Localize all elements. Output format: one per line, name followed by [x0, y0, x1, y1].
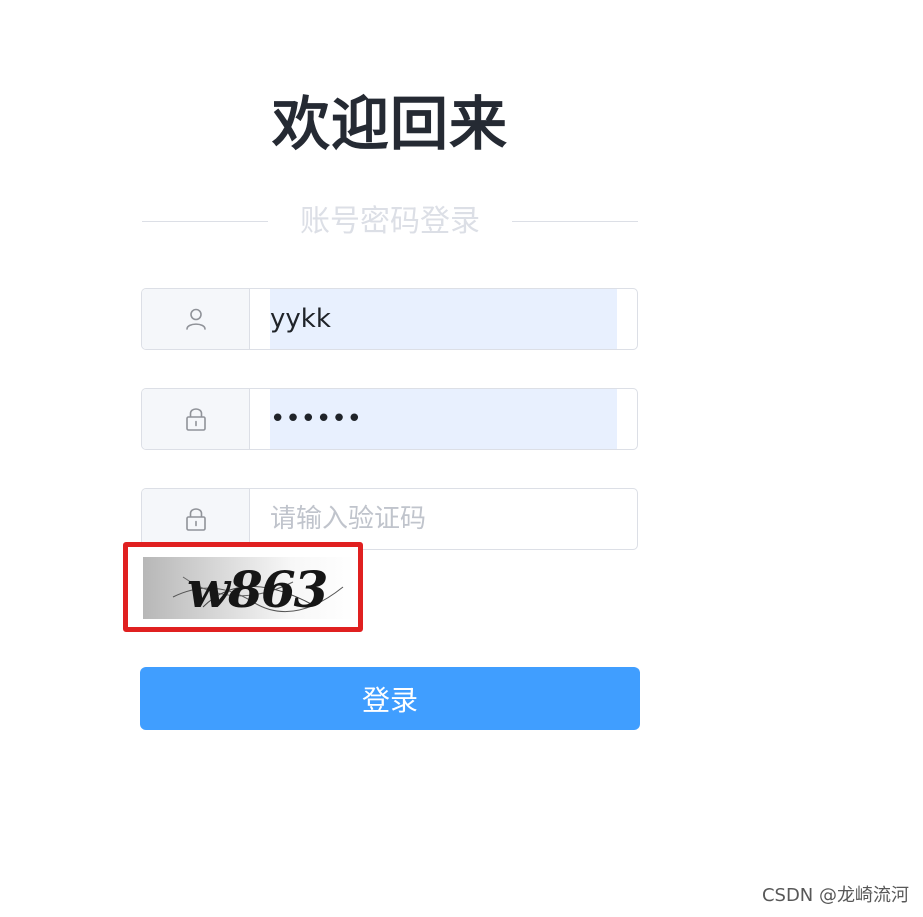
- captcha-highlight-box: w863: [123, 542, 363, 632]
- password-input-wrap: [250, 389, 637, 449]
- captcha-image[interactable]: w863: [143, 557, 355, 619]
- lock-icon: [185, 508, 206, 531]
- login-button[interactable]: 登录: [140, 667, 640, 730]
- captcha-input[interactable]: [270, 489, 610, 549]
- username-input[interactable]: [270, 289, 610, 349]
- captcha-input-wrap: [250, 489, 637, 549]
- captcha-field[interactable]: [141, 488, 638, 550]
- login-method-label: 账号密码登录: [300, 204, 480, 239]
- lock-icon: [185, 408, 206, 431]
- username-field[interactable]: [141, 288, 638, 350]
- username-prepend: [142, 289, 250, 349]
- login-method-divider: 账号密码登录: [142, 202, 638, 242]
- password-input[interactable]: [270, 389, 610, 449]
- user-icon: [185, 308, 206, 330]
- page-title: 欢迎回来: [271, 90, 508, 158]
- password-field[interactable]: [141, 388, 638, 450]
- captcha-prepend: [142, 489, 250, 549]
- password-prepend: [142, 389, 250, 449]
- divider-line-right: [512, 221, 638, 222]
- username-input-wrap: [250, 289, 637, 349]
- watermark: CSDN @龙崎流河: [761, 885, 909, 906]
- captcha-text: w863: [187, 560, 328, 619]
